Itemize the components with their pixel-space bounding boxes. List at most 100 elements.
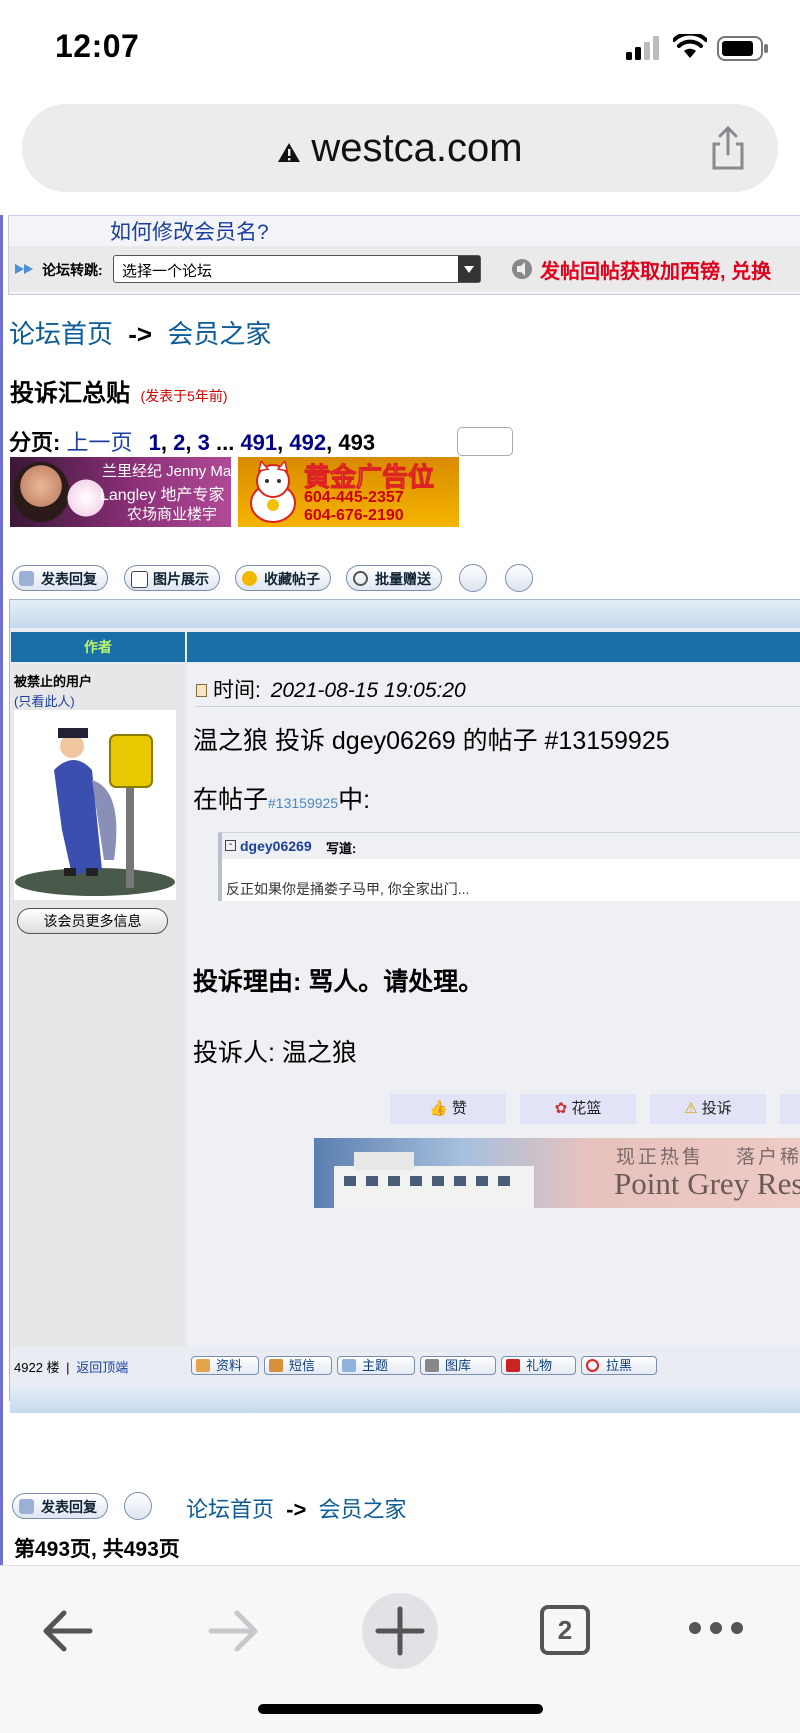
- ad1-line1: 兰里经纪 Jenny Ma: [102, 463, 231, 480]
- speaker-icon: [511, 258, 533, 280]
- thumbs-up-icon: 👍: [429, 1100, 448, 1117]
- gift-icon: [506, 1359, 520, 1372]
- quote-wrote: 写道:: [326, 841, 357, 856]
- reply-button[interactable]: 发表回复: [12, 565, 108, 591]
- like-button[interactable]: 👍 赞: [390, 1094, 506, 1124]
- mobile-icon[interactable]: [505, 564, 533, 592]
- breadcrumb-home[interactable]: 论坛首页: [9, 319, 113, 349]
- post-time-label: 时间:: [213, 679, 261, 702]
- collapse-icon[interactable]: -: [225, 840, 236, 851]
- page-2[interactable]: 2: [173, 430, 185, 455]
- web-page: 如何修改会员名? 论坛转跳: 选择一个论坛 发帖回帖获取加西镑, 兑换 论坛首页…: [0, 215, 800, 1565]
- topics-button[interactable]: 主题: [337, 1356, 415, 1375]
- more-button[interactable]: [780, 1094, 800, 1124]
- back-icon[interactable]: [40, 1608, 96, 1654]
- refresh-icon: [353, 571, 368, 586]
- block-button[interactable]: 拉黑: [581, 1356, 657, 1375]
- page-prev[interactable]: 上一页: [66, 430, 132, 455]
- pagination-label: 分页:: [9, 430, 61, 455]
- topics-label: 主题: [362, 1358, 389, 1373]
- share-icon[interactable]: [708, 125, 748, 170]
- breadcrumb-bottom: 论坛首页 -> 会员之家: [186, 1492, 406, 1524]
- breadcrumb-section[interactable]: 会员之家: [167, 319, 271, 349]
- address-bar[interactable]: westca.com: [22, 104, 778, 192]
- forum-jump-box: 如何修改会员名? 论坛转跳: 选择一个论坛 发帖回帖获取加西镑, 兑换: [8, 215, 800, 295]
- users-icon: [269, 1359, 283, 1372]
- profile-button[interactable]: 资料: [191, 1356, 259, 1375]
- gallery-button[interactable]: 图库: [420, 1356, 496, 1375]
- page-info-b: 页, 共: [70, 1538, 124, 1561]
- ad2-line2: 604-445-2357: [304, 489, 404, 506]
- pagination: 分页: 上一页 1, 2, 3 ... 491, 492, 493: [9, 425, 375, 457]
- in-post-id-link[interactable]: #13159925: [268, 795, 338, 811]
- block-icon: [586, 1359, 599, 1372]
- page-jump-input[interactable]: [457, 427, 513, 456]
- ad-gold[interactable]: 黄金广告位 604-445-2357 604-676-2190: [238, 457, 459, 527]
- tabs-button[interactable]: 2: [540, 1605, 590, 1655]
- forum-jump-label: 论坛转跳:: [42, 262, 103, 278]
- reply-button-bottom[interactable]: 发表回复: [12, 1493, 108, 1519]
- page-3[interactable]: 3: [198, 430, 210, 455]
- breadcrumb: 论坛首页 -> 会员之家: [9, 314, 271, 351]
- gift-button[interactable]: 批量赠送: [346, 565, 442, 591]
- user-icon: [196, 1359, 210, 1372]
- post-icon: [196, 684, 207, 697]
- flower-icon: ✿: [554, 1100, 568, 1117]
- forward-icon[interactable]: [205, 1608, 261, 1654]
- page-1[interactable]: 1: [149, 430, 161, 455]
- table-top-strip: [10, 600, 800, 628]
- message-button[interactable]: 短信: [264, 1356, 332, 1375]
- url-text[interactable]: westca.com: [22, 104, 778, 192]
- comma: ,: [185, 430, 192, 455]
- plus-icon: [375, 1606, 425, 1656]
- page-491[interactable]: 491: [240, 430, 277, 455]
- realtor-photo: [13, 462, 69, 522]
- report-label: 投诉: [701, 1100, 732, 1117]
- quote-box: - dgey06269 写道: 反正如果你是捅娄子马甲, 你全家出门...: [218, 832, 800, 901]
- comma: ,: [160, 430, 167, 455]
- comma: ,: [326, 430, 333, 455]
- banner-text-1: 现正热售: [616, 1147, 705, 1168]
- quote-text: 反正如果你是捅娄子马甲, 你全家出门...: [226, 881, 470, 897]
- table-bottom-strip: [10, 1385, 800, 1413]
- ad-realtor[interactable]: 兰里经纪 Jenny Ma Langley 地产专家 农场商业楼宇: [10, 457, 231, 527]
- print-icon[interactable]: [459, 564, 487, 592]
- flower-button[interactable]: ✿ 花篮: [520, 1094, 636, 1124]
- member-info-label: 该会员更多信息: [43, 913, 142, 929]
- block-label: 拉黑: [606, 1358, 633, 1373]
- more-icon[interactable]: [688, 1621, 744, 1635]
- ad-banner[interactable]: 现正热售 落户稀 Point Grey Res: [314, 1138, 800, 1208]
- quote-user[interactable]: dgey06269: [240, 838, 312, 854]
- forum-select[interactable]: 选择一个论坛: [113, 255, 481, 283]
- home-indicator: [258, 1704, 543, 1714]
- gifts-label: 礼物: [526, 1358, 553, 1373]
- post-table: 作者 被禁止的用户 (只看此人) 该会员更多信息 时间: 2021-08-15 …: [9, 599, 800, 1413]
- author-status: 被禁止的用户: [14, 674, 93, 689]
- warning-icon: [277, 106, 301, 194]
- only-this-user-link[interactable]: (只看此人): [14, 691, 75, 710]
- prev-topic-link[interactable]: 如何修改会员名?: [110, 216, 269, 246]
- tab-count: 2: [557, 1615, 573, 1645]
- member-info-button[interactable]: 该会员更多信息: [17, 908, 168, 934]
- ad1-line3: 农场商业楼宇: [127, 506, 218, 523]
- battery-icon: [717, 36, 769, 62]
- favorite-button[interactable]: 收藏帖子: [235, 565, 331, 591]
- page-492[interactable]: 492: [289, 430, 326, 455]
- post-time-value: 2021-08-15 19:05:20: [270, 679, 466, 702]
- building-illustration: [334, 1152, 534, 1208]
- report-button[interactable]: ⚠ 投诉: [650, 1094, 766, 1124]
- new-tab-button[interactable]: [362, 1593, 438, 1669]
- in-post-prefix: 在帖子: [193, 786, 269, 814]
- breadcrumb-section[interactable]: 会员之家: [318, 1497, 406, 1522]
- breadcrumb-home[interactable]: 论坛首页: [186, 1497, 274, 1522]
- banner-text-2: 落户稀: [736, 1147, 800, 1168]
- images-label: 图片展示: [153, 571, 209, 587]
- page-ellipsis: ...: [215, 430, 235, 455]
- images-button[interactable]: 图片展示: [124, 565, 220, 591]
- print-icon[interactable]: [124, 1492, 152, 1520]
- status-time: 12:07: [55, 28, 140, 64]
- gifts-button[interactable]: 礼物: [501, 1356, 576, 1375]
- forum-select-value: 选择一个论坛: [122, 263, 213, 280]
- promo-text[interactable]: 发帖回帖获取加西镑, 兑换: [540, 255, 771, 284]
- back-to-top-link[interactable]: 返回顶端: [76, 1360, 128, 1375]
